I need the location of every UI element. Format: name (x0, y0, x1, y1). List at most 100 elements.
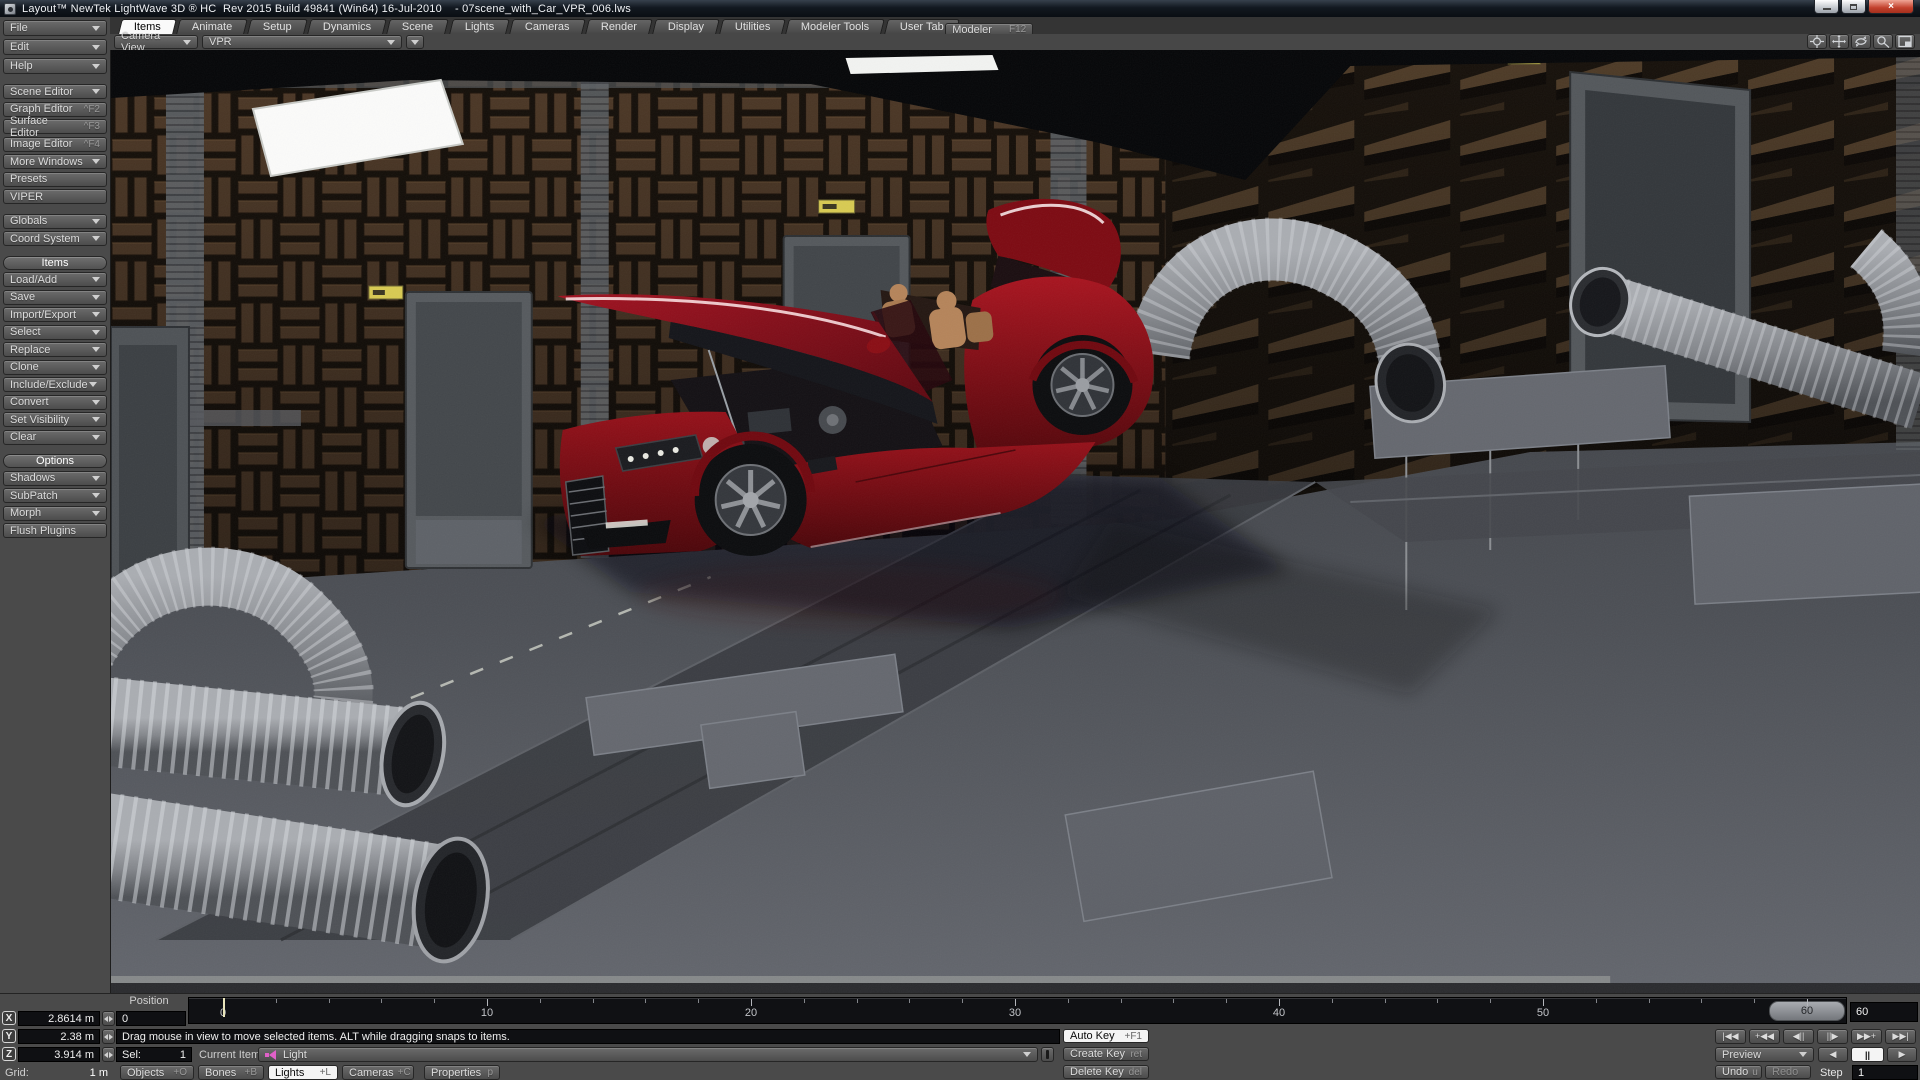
viewport-toolbar: Camera View VPR (110, 34, 1920, 50)
chevron-down-icon (1799, 1052, 1807, 1057)
flush-plugins-button[interactable]: Flush Plugins (3, 523, 107, 538)
tab-display[interactable]: Display (652, 19, 720, 34)
chevron-down-icon (92, 45, 100, 50)
axis-z-button[interactable]: Z (2, 1047, 16, 1061)
tab-cameras[interactable]: Cameras (509, 19, 585, 34)
stepper-left-icon (104, 1034, 108, 1040)
z-stepper[interactable] (102, 1047, 115, 1062)
prev-frame-button[interactable]: ◀|| (1783, 1029, 1814, 1044)
redo-button[interactable]: Redo (1765, 1065, 1811, 1079)
step-label: Step (1820, 1065, 1843, 1080)
more-windows-button[interactable]: More Windows (3, 154, 107, 169)
tab-lights[interactable]: Lights (449, 19, 510, 34)
status-bar: Drag mouse in view to move selected item… (116, 1029, 1060, 1044)
tab-dynamics[interactable]: Dynamics (307, 19, 387, 34)
subpatch-button[interactable]: SubPatch (3, 488, 107, 503)
globals-button[interactable]: Globals (3, 214, 107, 229)
timeline-ruler[interactable]: 60 01020304050 (188, 997, 1847, 1024)
timeline-tick (1385, 999, 1386, 1003)
viper-button[interactable]: VIPER (3, 189, 107, 204)
image-editor-button[interactable]: Image Editor^F4 (3, 137, 107, 152)
y-stepper[interactable] (102, 1029, 115, 1044)
fit-view-button[interactable] (1895, 34, 1915, 49)
zoom-view-button[interactable] (1873, 34, 1893, 49)
bones-mode-button[interactable]: Bones+B (198, 1065, 264, 1080)
cameras-mode-button[interactable]: Cameras+C (342, 1065, 414, 1080)
select-button[interactable]: Select (3, 325, 107, 340)
timeline-tick (1543, 999, 1544, 1006)
replace-button[interactable]: Replace (3, 342, 107, 357)
selection-count-field: Sel:1 (116, 1047, 192, 1062)
convert-button[interactable]: Convert (3, 395, 107, 410)
tab-setup[interactable]: Setup (247, 19, 307, 34)
chevron-down-icon (92, 89, 100, 94)
prev-key-button[interactable]: +◀◀ (1749, 1029, 1780, 1044)
edit-menu[interactable]: Edit (3, 39, 107, 55)
minimize-button[interactable] (1814, 0, 1839, 14)
view-mode-dropdown[interactable]: Camera View (114, 35, 198, 49)
stepper-right-icon (109, 1052, 113, 1058)
preview-dropdown[interactable]: Preview (1715, 1047, 1814, 1062)
position-x-field[interactable]: 2.8614 m (18, 1011, 100, 1026)
auto-key-button[interactable]: Auto Key+F1 (1063, 1029, 1149, 1043)
set-visibility-button[interactable]: Set Visibility (3, 412, 107, 427)
position-z-field[interactable]: 3.914 m (18, 1047, 100, 1062)
tab-render[interactable]: Render (585, 19, 653, 34)
renderer-mode-dropdown[interactable]: VPR (202, 35, 402, 49)
viewport-3d[interactable] (110, 50, 1920, 993)
chevron-down-icon (92, 511, 100, 516)
tab-modeler-tools[interactable]: Modeler Tools (785, 19, 885, 34)
go-end-button[interactable]: ▶▶| (1885, 1029, 1916, 1044)
app-icon (4, 3, 16, 15)
current-frame-field[interactable]: 0 (116, 1011, 186, 1026)
step-field[interactable]: 1 (1852, 1065, 1918, 1080)
morph-button[interactable]: Morph (3, 506, 107, 521)
center-item-button[interactable] (1807, 34, 1827, 49)
rotate-view-button[interactable] (1851, 34, 1871, 49)
objects-mode-button[interactable]: Objects+O (120, 1065, 194, 1080)
timeline-playhead[interactable] (223, 998, 225, 1017)
file-menu[interactable]: File (3, 20, 107, 36)
play-forward-button[interactable]: ▶ (1887, 1047, 1917, 1062)
pan-view-button[interactable] (1829, 34, 1849, 49)
current-item-dropdown[interactable]: Light (258, 1047, 1038, 1062)
delete-key-button[interactable]: Delete Keydel (1063, 1065, 1149, 1079)
presets-button[interactable]: Presets (3, 172, 107, 187)
restore-button[interactable] (1841, 0, 1866, 14)
position-y-field[interactable]: 2.38 m (18, 1029, 100, 1044)
play-reverse-button[interactable]: ◀ (1818, 1047, 1848, 1062)
tab-utilities[interactable]: Utilities (719, 19, 786, 34)
clone-button[interactable]: Clone (3, 360, 107, 375)
timeline-tick (1490, 999, 1491, 1003)
undo-button[interactable]: Undou (1715, 1065, 1762, 1079)
axis-x-button[interactable]: X (2, 1011, 16, 1025)
coord-system-button[interactable]: Coord System (3, 231, 107, 246)
load-add-button[interactable]: Load/Add (3, 272, 107, 287)
next-key-button[interactable]: ▶▶+ (1851, 1029, 1882, 1044)
surface-editor-button[interactable]: Surface Editor^F3 (3, 119, 107, 134)
stepper-right-icon (109, 1034, 113, 1040)
end-frame-field[interactable]: 60 (1850, 1002, 1918, 1022)
close-button[interactable]: × (1868, 0, 1914, 14)
save-button[interactable]: Save (3, 290, 107, 305)
viewport-options-dropdown[interactable] (406, 35, 424, 49)
axis-y-button[interactable]: Y (2, 1029, 16, 1043)
lightwave-layout-window: Layout™ NewTek LightWave 3D ® HC Rev 201… (0, 0, 1920, 1080)
timeline-tick (1437, 999, 1438, 1003)
lights-mode-button[interactable]: Lights+L (268, 1065, 338, 1080)
include-exclude-button[interactable]: Include/Exclude (3, 377, 107, 392)
tab-scene[interactable]: Scene (386, 19, 449, 34)
import-export-button[interactable]: Import/Export (3, 307, 107, 322)
create-key-button[interactable]: Create Keyret (1063, 1047, 1149, 1061)
shadows-button[interactable]: Shadows (3, 471, 107, 486)
help-menu[interactable]: Help (3, 58, 107, 74)
go-start-button[interactable]: |◀◀ (1715, 1029, 1746, 1044)
scene-editor-button[interactable]: Scene Editor (3, 84, 107, 99)
item-lock-button[interactable] (1041, 1047, 1054, 1062)
tab-animate[interactable]: Animate (176, 19, 248, 34)
clear-button[interactable]: Clear (3, 430, 107, 445)
properties-button[interactable]: Propertiesp (424, 1065, 500, 1080)
next-frame-button[interactable]: ||▶ (1817, 1029, 1848, 1044)
pause-button[interactable]: || (1851, 1047, 1884, 1062)
x-stepper[interactable] (102, 1011, 115, 1026)
